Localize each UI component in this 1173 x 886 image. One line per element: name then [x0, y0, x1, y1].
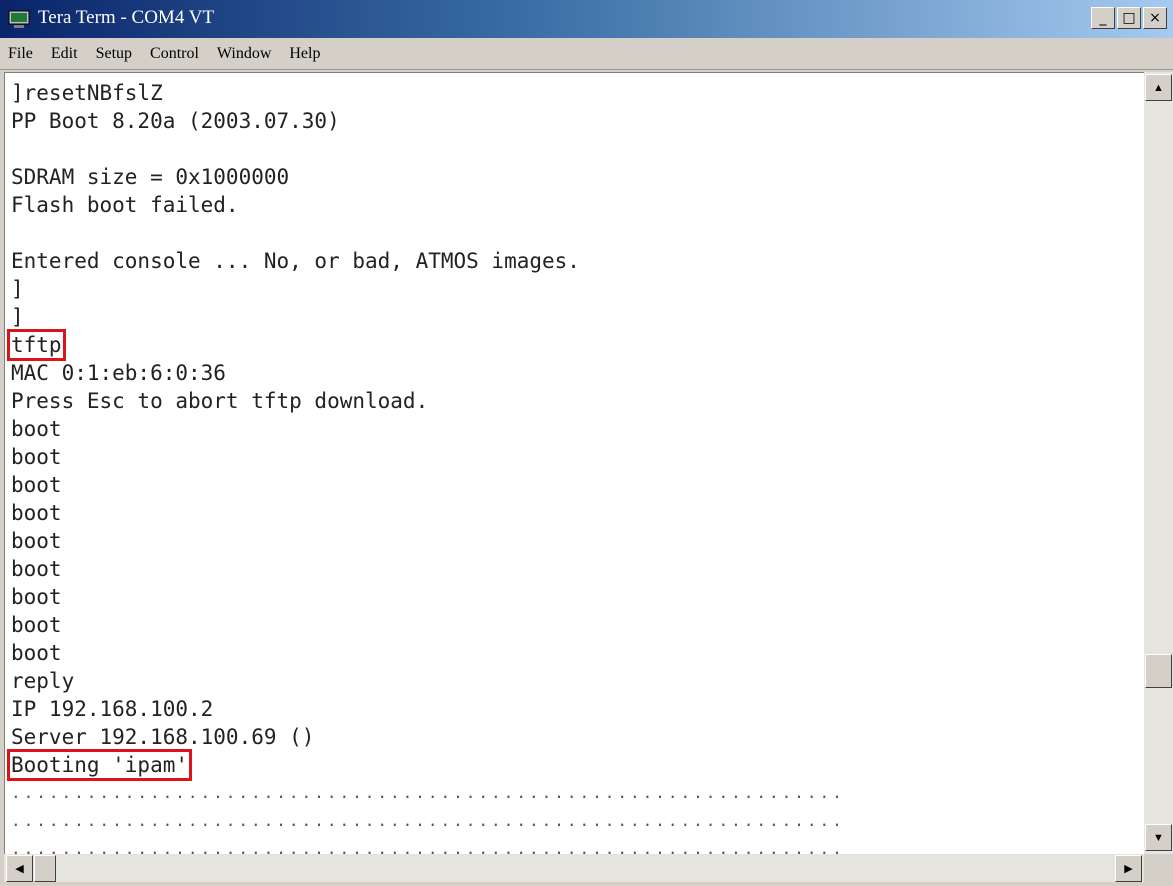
vertical-scroll-thumb[interactable] — [1145, 654, 1172, 688]
progress-dots-line: ........................................… — [11, 839, 845, 855]
terminal-line: PP Boot 8.20a (2003.07.30) — [11, 109, 340, 133]
maximize-button[interactable]: □ — [1117, 7, 1141, 29]
terminal-line: Flash boot failed. — [11, 193, 239, 217]
terminal-line-tftp-command: tftp — [7, 329, 845, 361]
vertical-scrollbar[interactable]: ▲ ▼ — [1144, 72, 1173, 854]
scroll-left-arrow-icon[interactable]: ◀ — [6, 855, 33, 882]
size-grip[interactable] — [1144, 854, 1173, 886]
horizontal-scrollbar[interactable]: ◀ ▶ — [4, 854, 1144, 882]
terminal-line: ]resetNBfslZ — [11, 81, 163, 105]
scroll-right-arrow-icon[interactable]: ▶ — [1115, 855, 1142, 882]
booting-highlight: Booting 'ipam' — [6, 749, 193, 781]
title-bar[interactable]: Tera Term - COM4 VT _ □ × — [0, 0, 1173, 38]
terminal-line: IP 192.168.100.2 — [11, 697, 214, 721]
terminal-line: boot — [11, 585, 62, 609]
terminal-line: boot — [11, 445, 62, 469]
terminal-window: Tera Term - COM4 VT _ □ × File Edit Setu… — [0, 0, 1173, 886]
menu-edit[interactable]: Edit — [51, 45, 78, 63]
terminal-line: ] — [11, 277, 24, 301]
terminal-line: SDRAM size = 0x1000000 — [11, 165, 290, 189]
window-title: Tera Term - COM4 VT — [38, 7, 215, 28]
terminal-line: boot — [11, 557, 62, 581]
terminal-line: boot — [11, 529, 62, 553]
menu-bar: File Edit Setup Control Window Help — [0, 38, 1173, 70]
terminal-line: Entered console ... No, or bad, ATMOS im… — [11, 249, 580, 273]
terminal-line: Server 192.168.100.69 () — [11, 725, 315, 749]
terminal-line: boot — [11, 641, 62, 665]
scroll-down-arrow-icon[interactable]: ▼ — [1145, 824, 1172, 851]
terminal-output[interactable]: ]resetNBfslZ PP Boot 8.20a (2003.07.30) … — [4, 72, 1145, 855]
close-button[interactable]: × — [1143, 7, 1167, 29]
terminal-line: MAC 0:1:eb:6:0:36 — [11, 361, 226, 385]
terminal-line: Press Esc to abort tftp download. — [11, 389, 429, 413]
horizontal-scroll-thumb[interactable] — [34, 855, 56, 882]
terminal-line: boot — [11, 417, 62, 441]
tera-term-app-icon[interactable] — [8, 9, 30, 29]
terminal-line: boot — [11, 501, 62, 525]
terminal-line: ] — [11, 305, 24, 329]
terminal-line: boot — [11, 613, 62, 637]
menu-file[interactable]: File — [8, 45, 33, 63]
menu-control[interactable]: Control — [150, 45, 199, 63]
terminal-line-booting: Booting 'ipam' — [6, 749, 845, 781]
scroll-up-arrow-icon[interactable]: ▲ — [1145, 74, 1172, 101]
menu-help[interactable]: Help — [289, 45, 320, 63]
progress-dots-line: ........................................… — [11, 783, 845, 802]
terminal-line: boot — [11, 473, 62, 497]
menu-setup[interactable]: Setup — [96, 45, 132, 63]
terminal-line: reply — [11, 669, 75, 693]
minimize-button[interactable]: _ — [1091, 7, 1115, 29]
tftp-highlight: tftp — [7, 329, 66, 361]
progress-dots-line: ........................................… — [11, 811, 845, 830]
menu-window[interactable]: Window — [217, 45, 271, 63]
